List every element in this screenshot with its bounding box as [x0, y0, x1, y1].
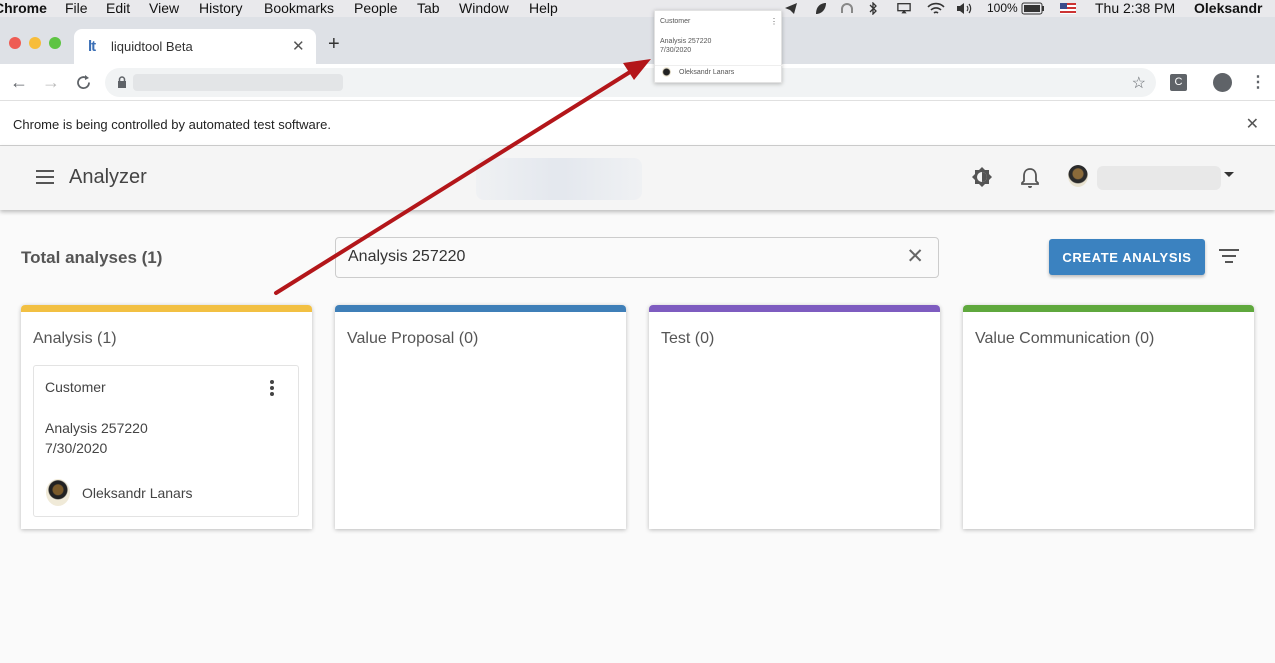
- menu-people[interactable]: People: [354, 0, 398, 17]
- column-title: Value Communication (0): [975, 330, 1155, 347]
- redacted-url: [133, 74, 343, 91]
- filter-icon[interactable]: [1219, 249, 1239, 263]
- app-header: Analyzer: [0, 146, 1275, 210]
- create-analysis-button[interactable]: CREATE ANALYSIS: [1049, 239, 1205, 275]
- close-window-icon[interactable]: [9, 37, 21, 49]
- hamburger-menu-icon[interactable]: [36, 170, 54, 184]
- drag-ghost-card[interactable]: Customer ⋮ Analysis 257220 7/30/2020 Ole…: [654, 10, 783, 83]
- card-owner-name: Oleksandr Lanars: [82, 485, 193, 501]
- analysis-card[interactable]: Customer Analysis 257220 7/30/2020 Oleks…: [33, 365, 299, 517]
- menu-edit[interactable]: Edit: [106, 0, 130, 17]
- menu-view[interactable]: View: [149, 0, 179, 17]
- liquidtool-favicon-icon: lt: [88, 38, 96, 55]
- menu-user-name[interactable]: Oleksandr: [1194, 0, 1262, 17]
- headphones-icon[interactable]: [840, 2, 854, 15]
- ghost-card-owner: Oleksandr Lanars: [679, 69, 735, 76]
- menu-history[interactable]: History: [199, 0, 243, 17]
- bookmark-star-icon[interactable]: ☆: [1132, 73, 1146, 93]
- battery-percent: 100%: [987, 1, 1018, 15]
- profile-icon[interactable]: [1213, 73, 1232, 92]
- column-color-bar: [963, 305, 1254, 312]
- total-analyses-label: Total analyses (1): [21, 248, 163, 267]
- address-bar[interactable]: ☆: [105, 68, 1156, 97]
- card-analysis-name: Analysis 257220: [45, 420, 148, 436]
- browser-tab[interactable]: lt liquidtool Beta ✕: [74, 29, 316, 64]
- column-color-bar: [649, 305, 940, 312]
- theme-toggle-icon[interactable]: [971, 166, 993, 188]
- macos-menu-bar: Chrome File Edit View History Bookmarks …: [0, 0, 1275, 17]
- browser-menu-icon[interactable]: ⋮: [1250, 72, 1266, 92]
- ghost-card-type: Customer: [660, 18, 691, 25]
- leaf-icon[interactable]: [814, 2, 828, 15]
- airplay-icon[interactable]: [897, 2, 911, 15]
- clear-search-icon[interactable]: ✕: [906, 246, 924, 268]
- reload-icon[interactable]: [75, 74, 92, 91]
- forward-icon[interactable]: →: [42, 72, 60, 92]
- ghost-card-date: 7/30/2020: [660, 47, 692, 54]
- browser-toolbar: ← → ☆ C ⋮: [0, 64, 1275, 101]
- column-title: Test (0): [661, 330, 715, 347]
- extension-icon[interactable]: C: [1170, 74, 1187, 91]
- ghost-card-menu-icon: ⋮: [770, 17, 778, 26]
- menu-tab[interactable]: Tab: [417, 0, 440, 17]
- us-flag-icon[interactable]: [1060, 2, 1076, 15]
- redacted-logo: [476, 158, 642, 200]
- bluetooth-icon[interactable]: [866, 2, 880, 15]
- telegram-icon[interactable]: [784, 2, 798, 15]
- column-title: Value Proposal (0): [347, 330, 479, 347]
- column-color-bar: [21, 305, 312, 312]
- card-menu-icon[interactable]: [270, 380, 274, 398]
- notifications-bell-icon[interactable]: [1020, 167, 1040, 189]
- battery-icon[interactable]: [1021, 2, 1045, 15]
- lock-icon[interactable]: [117, 76, 127, 88]
- user-menu-caret-icon[interactable]: [1224, 172, 1234, 177]
- column-test: Test (0): [649, 305, 940, 529]
- user-avatar[interactable]: [1068, 165, 1088, 187]
- tab-close-icon[interactable]: ✕: [292, 37, 305, 55]
- card-type: Customer: [45, 379, 106, 395]
- card-date: 7/30/2020: [45, 440, 108, 456]
- browser-tab-strip: lt liquidtool Beta ✕ +: [0, 17, 1275, 64]
- back-icon[interactable]: ←: [10, 72, 28, 92]
- search-input[interactable]: [348, 248, 888, 266]
- column-color-bar: [335, 305, 626, 312]
- menu-app-name[interactable]: Chrome: [0, 0, 47, 17]
- ghost-card-name: Analysis 257220: [660, 38, 712, 45]
- column-value-communication: Value Communication (0): [963, 305, 1254, 529]
- ghost-card-avatar: [662, 67, 671, 77]
- new-tab-button[interactable]: +: [328, 34, 340, 54]
- automation-infobar: Chrome is being controlled by automated …: [0, 101, 1275, 146]
- ghost-card-divider: [655, 65, 783, 66]
- infobar-close-icon[interactable]: ✕: [1246, 114, 1259, 134]
- wifi-icon[interactable]: [927, 2, 945, 15]
- infobar-message: Chrome is being controlled by automated …: [13, 117, 331, 132]
- app-title: Analyzer: [69, 166, 147, 188]
- menu-clock[interactable]: Thu 2:38 PM: [1095, 0, 1175, 17]
- menu-window[interactable]: Window: [459, 0, 509, 17]
- volume-icon[interactable]: [956, 2, 973, 15]
- column-value-proposal: Value Proposal (0): [335, 305, 626, 529]
- menu-file[interactable]: File: [65, 0, 88, 17]
- column-title: Analysis (1): [33, 330, 117, 347]
- search-field[interactable]: ✕: [335, 237, 939, 278]
- menu-help[interactable]: Help: [529, 0, 558, 17]
- menu-bookmarks[interactable]: Bookmarks: [264, 0, 334, 17]
- zoom-window-icon[interactable]: [49, 37, 61, 49]
- redacted-user-name[interactable]: [1097, 166, 1221, 190]
- minimize-window-icon[interactable]: [29, 37, 41, 49]
- column-analysis: Analysis (1) Customer Analysis 257220 7/…: [21, 305, 312, 529]
- tab-title: liquidtool Beta: [111, 39, 193, 54]
- card-owner-avatar: [46, 479, 70, 506]
